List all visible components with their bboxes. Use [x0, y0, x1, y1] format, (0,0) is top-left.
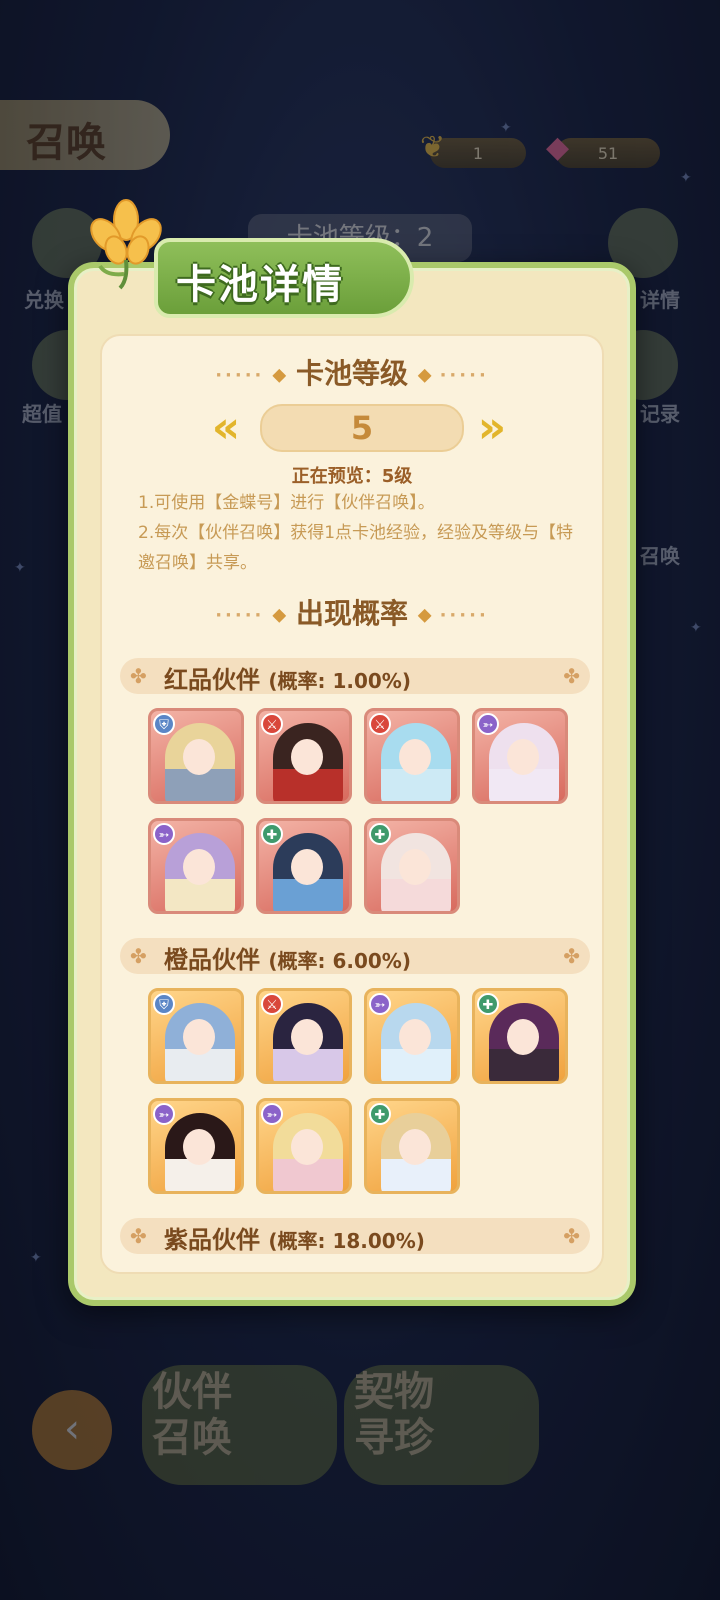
- heal-class-icon: ✚: [477, 993, 499, 1015]
- partner-card[interactable]: ⛨: [148, 988, 244, 1084]
- gold-shell-icon: ❦: [420, 130, 446, 165]
- sparkle-icon: ✦: [690, 620, 702, 636]
- currency-value: 1: [472, 143, 484, 163]
- partner-card[interactable]: ➳: [256, 1098, 352, 1194]
- partner-face: [507, 739, 539, 775]
- partner-card[interactable]: ➳: [472, 708, 568, 804]
- partner-face: [183, 849, 215, 885]
- partner-card[interactable]: ➳: [148, 818, 244, 914]
- partner-face: [183, 1129, 215, 1165]
- tier-header-orange: ✤ 橙品伙伴 (概率: 6.00%) ✤: [120, 938, 590, 974]
- clover-icon: ✤: [563, 944, 580, 968]
- artifact-search-label: 契物寻珍: [354, 1369, 434, 1461]
- records-label: 记录: [640, 402, 680, 426]
- back-button[interactable]: ‹: [32, 1390, 112, 1470]
- level-value: 5: [260, 404, 464, 452]
- partner-card[interactable]: ⚔: [256, 988, 352, 1084]
- partner-face: [291, 1129, 323, 1165]
- next-level-button[interactable]: »: [464, 400, 520, 456]
- rate-heading: ····· ◆ 出现概率 ◆ ·····: [215, 597, 489, 630]
- heal-class-icon: ✚: [369, 823, 391, 845]
- partner-face: [507, 1019, 539, 1055]
- rate-heading-text: 出现概率: [295, 597, 408, 630]
- currency-shell[interactable]: ❦ 1: [420, 130, 526, 168]
- tier-name: 紫品伙伴 (概率: 18.00%): [164, 1226, 425, 1254]
- partner-summon-button[interactable]: 伙伴召唤: [142, 1365, 337, 1485]
- bow-class-icon: ➳: [153, 1103, 175, 1125]
- partner-face: [291, 849, 323, 885]
- level-selector: « 5 »: [102, 400, 602, 460]
- rules-text: 1.可使用【金蝶号】进行【伙伴召唤】。 2.每次【伙伴召唤】获得1点卡池经验，经…: [138, 488, 578, 578]
- bow-class-icon: ➳: [477, 713, 499, 735]
- special-summon-label[interactable]: 召唤: [640, 540, 680, 569]
- artifact-search-button[interactable]: 契物寻珍: [344, 1365, 539, 1485]
- clover-icon: ✤: [130, 1224, 147, 1248]
- partner-face: [183, 739, 215, 775]
- partner-card[interactable]: ✚: [364, 818, 460, 914]
- pool-details-modal: ····· ◆ 卡池等级 ◆ ····· « 5 » 正在预览：5级 1.可使用【金…: [68, 262, 636, 1306]
- currency-value: 51: [597, 143, 619, 163]
- details-label: 详情: [640, 288, 680, 312]
- sparkle-icon: ✦: [14, 560, 26, 576]
- preview-level-text: 正在预览：5级: [291, 466, 413, 487]
- partner-card[interactable]: ⚔: [256, 708, 352, 804]
- summon-title: 召唤: [26, 120, 106, 166]
- heal-class-icon: ✚: [261, 823, 283, 845]
- summon-title-banner: 召唤: [0, 100, 170, 170]
- tier-header-red: ✤ 红品伙伴 (概率: 1.00%) ✤: [120, 658, 590, 694]
- tier-name: 橙品伙伴 (概率: 6.00%): [164, 946, 411, 974]
- modal-title: 卡池详情: [176, 262, 344, 308]
- rule-2: 2.每次【伙伴召唤】获得1点卡池经验，经验及等级与【特邀召唤】共享。: [138, 523, 574, 573]
- exchange-label: 兑换: [24, 288, 64, 312]
- pink-gem-icon: ◆: [546, 130, 570, 165]
- flower-icon: [90, 199, 162, 290]
- pool-level-heading: ····· ◆ 卡池等级 ◆ ·····: [215, 357, 489, 390]
- clover-icon: ✤: [563, 1224, 580, 1248]
- sword-class-icon: ⚔: [369, 713, 391, 735]
- shield-class-icon: ⛨: [153, 713, 175, 735]
- partner-card[interactable]: ✚: [364, 1098, 460, 1194]
- partner-face: [291, 1019, 323, 1055]
- prev-level-button[interactable]: «: [198, 400, 254, 456]
- sparkle-icon: ✦: [500, 120, 512, 136]
- partner-face: [399, 1129, 431, 1165]
- partner-card[interactable]: ⛨: [148, 708, 244, 804]
- partner-summon-label: 伙伴召唤: [152, 1369, 232, 1461]
- sparkle-icon: ✦: [30, 1250, 42, 1266]
- clover-icon: ✤: [563, 664, 580, 688]
- rule-1: 1.可使用【金蝶号】进行【伙伴召唤】。: [138, 493, 435, 513]
- partner-face: [399, 739, 431, 775]
- heal-class-icon: ✚: [369, 1103, 391, 1125]
- partner-card[interactable]: ➳: [148, 1098, 244, 1194]
- partner-face: [399, 849, 431, 885]
- partner-card[interactable]: ⚔: [364, 708, 460, 804]
- currency-gem[interactable]: ◆ 51: [546, 130, 660, 168]
- value-pack-label: 超值: [22, 402, 62, 426]
- double-chevron-left-icon: «: [211, 402, 241, 453]
- partner-face: [291, 739, 323, 775]
- partner-face: [183, 1019, 215, 1055]
- sword-class-icon: ⚔: [261, 993, 283, 1015]
- bow-class-icon: ➳: [369, 993, 391, 1015]
- partner-card[interactable]: ➳: [364, 988, 460, 1084]
- partner-face: [399, 1019, 431, 1055]
- chevron-left-icon: ‹: [64, 1406, 80, 1452]
- clover-icon: ✤: [130, 944, 147, 968]
- pool-level-heading-text: 卡池等级: [295, 357, 408, 390]
- sword-class-icon: ⚔: [261, 713, 283, 735]
- modal-content: ····· ◆ 卡池等级 ◆ ····· « 5 » 正在预览：5级 1.可使用【金…: [100, 334, 604, 1274]
- bow-class-icon: ➳: [153, 823, 175, 845]
- partner-card[interactable]: ✚: [472, 988, 568, 1084]
- partner-card[interactable]: ✚: [256, 818, 352, 914]
- sparkle-icon: ✦: [680, 170, 692, 186]
- tier-header-purple: ✤ 紫品伙伴 (概率: 18.00%) ✤: [120, 1218, 590, 1254]
- tier-name: 红品伙伴 (概率: 1.00%): [164, 666, 411, 694]
- clover-icon: ✤: [130, 664, 147, 688]
- bow-class-icon: ➳: [261, 1103, 283, 1125]
- double-chevron-right-icon: »: [477, 402, 507, 453]
- shield-class-icon: ⛨: [153, 993, 175, 1015]
